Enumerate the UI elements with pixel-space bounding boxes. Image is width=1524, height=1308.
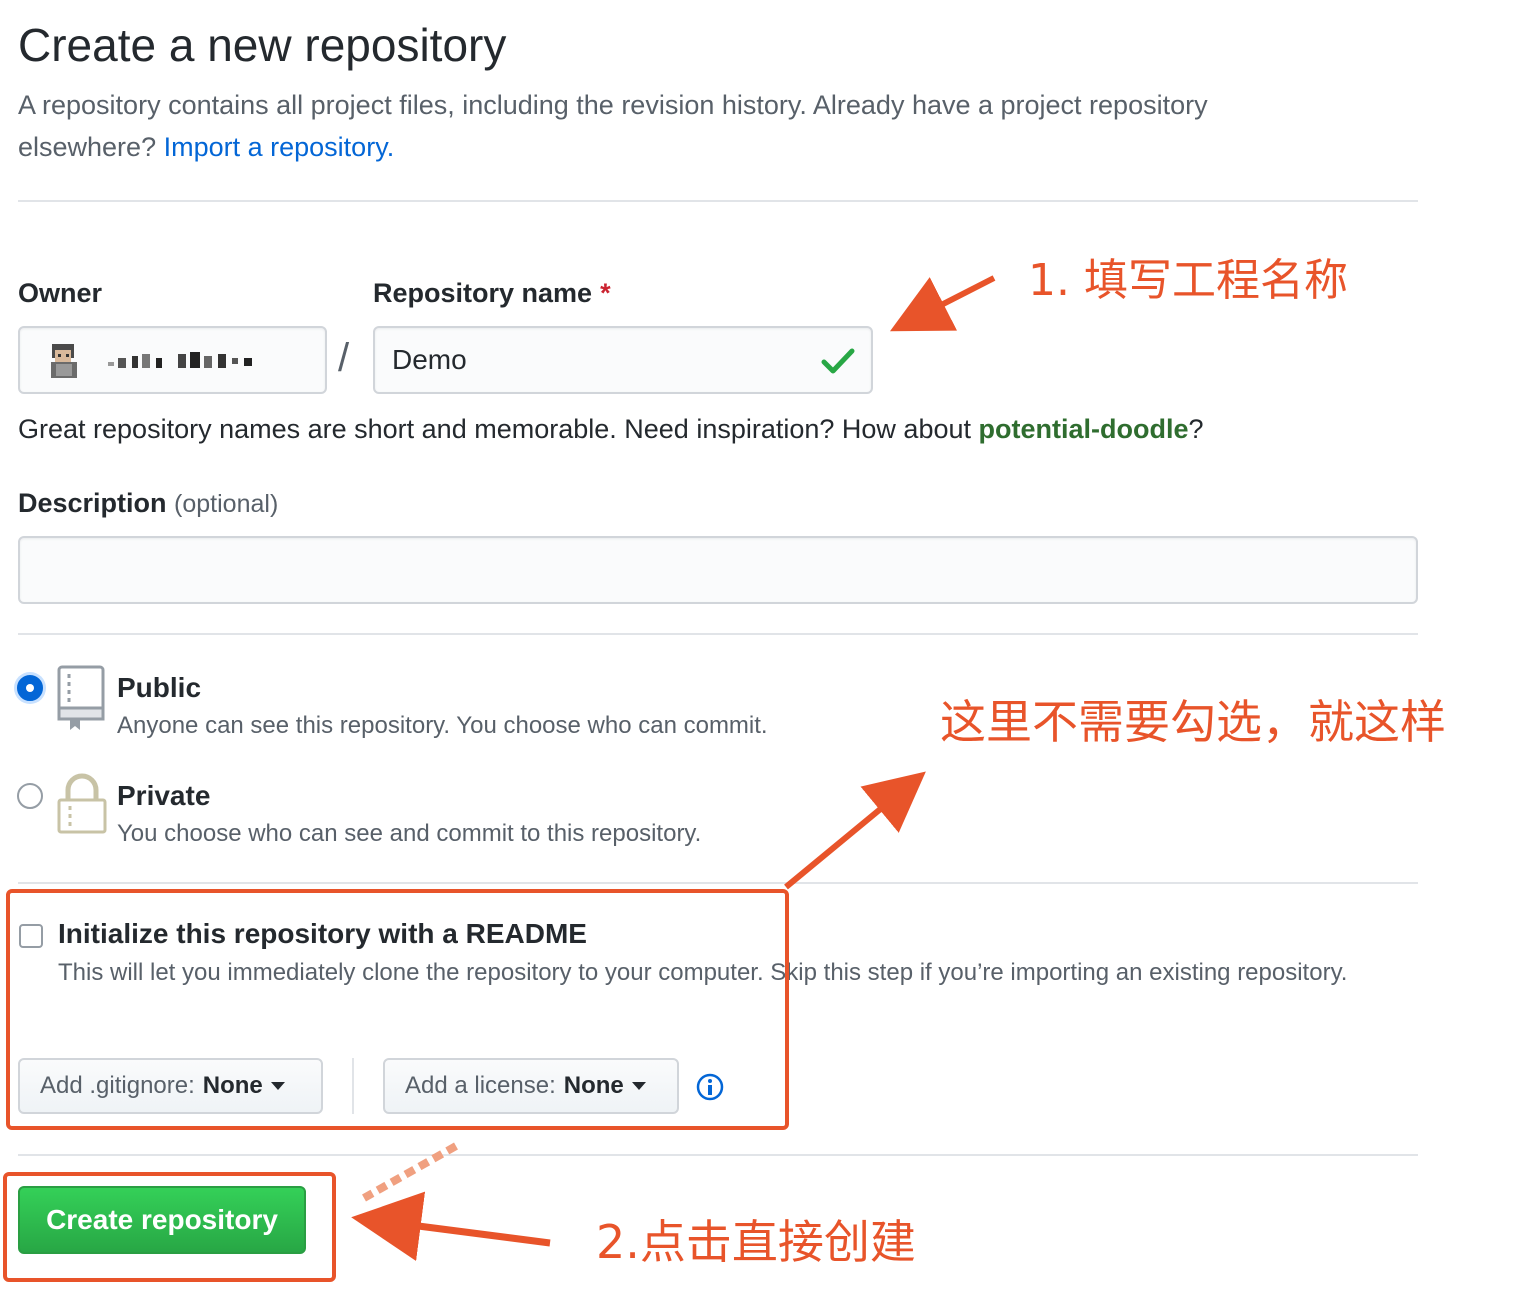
- repo-name-hint: Great repository names are short and mem…: [18, 414, 1204, 445]
- required-mark: *: [600, 278, 611, 308]
- description-label-text: Description: [18, 488, 167, 518]
- public-radio[interactable]: [17, 675, 43, 701]
- import-repository-link[interactable]: Import a repository.: [164, 132, 395, 162]
- arrow-to-repo-name: [889, 275, 996, 332]
- divider: [18, 1154, 1418, 1156]
- public-desc: Anyone can see this repository. You choo…: [117, 712, 768, 739]
- divider: [18, 633, 1418, 635]
- owner-name-pixelated: [108, 352, 252, 368]
- lock-icon: [57, 773, 107, 834]
- arrow-to-create-button: [351, 1191, 551, 1261]
- description-label: Description (optional): [18, 488, 278, 519]
- private-title: Private: [117, 780, 211, 811]
- owner-avatar: [51, 344, 77, 378]
- annotation-readme-box: [6, 889, 789, 1130]
- divider: [18, 882, 1418, 884]
- repo-name-label: Repository name *: [373, 278, 611, 309]
- annotation-button-box: [3, 1172, 336, 1282]
- arrow-to-note: [784, 771, 926, 890]
- repo-name-input[interactable]: Demo: [373, 326, 873, 394]
- annotation-step2: 2.点击直接创建: [596, 1215, 916, 1269]
- optional-hint: (optional): [174, 490, 279, 518]
- page-lead: A repository contains all project files,…: [18, 84, 1338, 168]
- name-suggestion-link[interactable]: potential-doodle: [979, 414, 1189, 444]
- repo-name-value: Demo: [392, 344, 467, 375]
- check-icon: [821, 348, 855, 374]
- private-desc: You choose who can see and commit to thi…: [117, 820, 702, 847]
- annotation-note: 这里不需要勾选，就这样: [940, 695, 1446, 749]
- repo-name-label-text: Repository name: [373, 278, 593, 308]
- description-input[interactable]: [18, 536, 1418, 604]
- owner-repo-separator: /: [338, 336, 350, 380]
- hint-suffix: ?: [1188, 414, 1204, 444]
- page-title: Create a new repository: [18, 19, 507, 71]
- annotation-step1: 1. 填写工程名称: [1028, 255, 1348, 306]
- owner-label: Owner: [18, 278, 103, 308]
- repo-book-icon: [57, 665, 105, 730]
- hint-prefix: Great repository names are short and mem…: [18, 414, 971, 444]
- private-radio[interactable]: [17, 783, 43, 809]
- owner-select[interactable]: [18, 326, 327, 394]
- divider: [18, 200, 1418, 202]
- public-title: Public: [117, 672, 202, 703]
